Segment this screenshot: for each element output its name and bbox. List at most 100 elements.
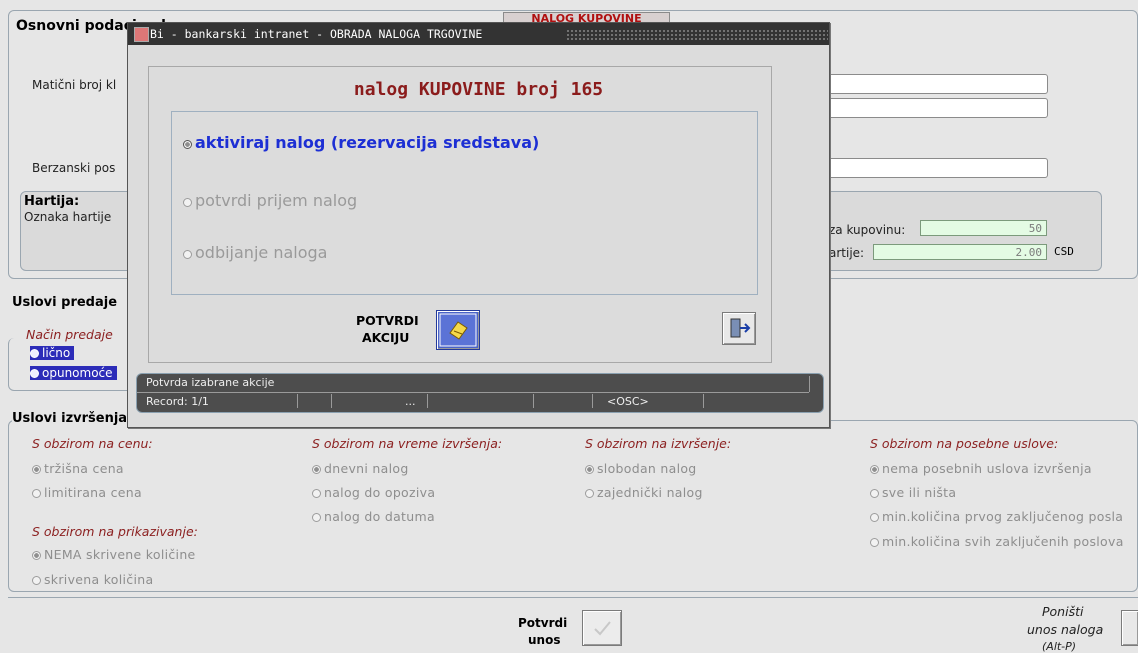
radio-icon: [32, 551, 41, 560]
option-label: sve ili ništa: [882, 485, 957, 500]
ponisti-label-1: Poništi: [1042, 604, 1084, 619]
oznaka-label: Oznaka hartije: [24, 210, 112, 224]
potvrdi-akciju-button[interactable]: [436, 310, 480, 350]
sep-4: [533, 394, 534, 408]
exit-door-icon: [730, 318, 751, 338]
nacin-option-opunomocen[interactable]: opunomoće: [30, 366, 117, 380]
radio-icon: [30, 349, 39, 358]
option-sve-ili-nista[interactable]: sve ili ništa: [870, 485, 956, 500]
option-trzisna-cena[interactable]: tržišna cena: [32, 461, 124, 476]
option-label: nalog do datuma: [324, 509, 435, 524]
status-end-mark: [809, 376, 810, 392]
potvrdi-akciju-label-1: POTVRDI: [356, 313, 419, 328]
option-label: nema posebnih uslova izvršenja: [882, 461, 1092, 476]
status-message: Potvrda izabrane akcije: [146, 376, 275, 389]
option-nalog-do-opoziva[interactable]: nalog do opoziva: [312, 485, 435, 500]
potvrdi-unos-button[interactable]: [582, 610, 622, 646]
sep-3: [427, 394, 428, 408]
option-aktiviraj-nalog[interactable]: aktiviraj nalog (rezervacija sredstava): [183, 133, 539, 152]
kolicina-field[interactable]: 50: [920, 220, 1047, 236]
radio-icon: [32, 465, 41, 474]
opunomocen-label: opunomoće: [42, 366, 113, 380]
radio-icon: [32, 576, 41, 585]
uslovi-izvrsenja-title: Uslovi izvršenja: [12, 411, 132, 426]
radio-icon: [183, 198, 192, 207]
cena-label: artije:: [829, 246, 865, 260]
status-ellipsis: ...: [405, 395, 416, 408]
potvrdi-akciju-label-2: AKCIJU: [362, 330, 410, 345]
option-dnevni-nalog[interactable]: dnevni nalog: [312, 461, 409, 476]
sep-5: [592, 394, 593, 408]
titlebar-grip: [566, 29, 828, 40]
dialog-title: Bi - bankarski intranet - OBRADA NALOGA …: [150, 27, 483, 41]
col-cena-heading: S obzirom na cenu:: [32, 436, 153, 451]
option-label: min.količina prvog zaključenog posla: [882, 509, 1124, 524]
option-label: zajednički nalog: [597, 485, 703, 500]
option-potvrdi-prijem[interactable]: potvrdi prijem nalog: [183, 191, 357, 210]
check-icon: [594, 621, 611, 636]
option-potvrdi-label: potvrdi prijem nalog: [195, 191, 358, 210]
option-label: dnevni nalog: [324, 461, 409, 476]
ponisti-button[interactable]: [1121, 610, 1138, 646]
dialog-status-bar: Potvrda izabrane akcije Record: 1/1 ... …: [136, 373, 824, 413]
maticni-label: Matični broj kl: [32, 78, 117, 92]
option-label: skrivena količina: [44, 572, 154, 587]
option-zajednicki-nalog[interactable]: zajednički nalog: [585, 485, 703, 500]
option-min-svih[interactable]: min.količina svih zaključenih poslova: [870, 534, 1136, 549]
option-skrivena-kolicina[interactable]: skrivena količina: [32, 572, 153, 587]
option-slobodan-nalog[interactable]: slobodan nalog: [585, 461, 697, 476]
hartija-title: Hartija:: [24, 194, 80, 209]
record-counter: Record: 1/1: [146, 395, 209, 408]
option-min-prvog[interactable]: min.količina prvog zaključenog posla: [870, 509, 1136, 524]
col-vreme-heading: S obzirom na vreme izvršenja:: [312, 436, 503, 451]
option-nema-posebnih[interactable]: nema posebnih uslova izvršenja: [870, 461, 1092, 476]
radio-icon: [870, 513, 879, 522]
maticni-field-1[interactable]: [826, 74, 1048, 94]
option-label: NEMA skrivene količine: [44, 547, 196, 562]
dialog-heading: nalog KUPOVINE broj 165: [353, 79, 604, 100]
option-aktiviraj-label: aktiviraj nalog (rezervacija sredstava): [195, 133, 540, 152]
obrada-naloga-dialog: Bi - bankarski intranet - OBRADA NALOGA …: [127, 22, 830, 428]
option-label: nalog do opoziva: [324, 485, 436, 500]
option-label: slobodan nalog: [597, 461, 697, 476]
radio-icon: [312, 489, 321, 498]
nacin-option-licno[interactable]: lično: [30, 346, 75, 360]
confirm-action-icon: [439, 313, 477, 347]
option-odbijanje-naloga[interactable]: odbijanje naloga: [183, 243, 327, 262]
radio-selected-icon: [183, 140, 192, 149]
currency-label: CSD: [1054, 245, 1074, 258]
bottom-divider: [8, 597, 1138, 598]
option-odbijanje-label: odbijanje naloga: [195, 243, 328, 262]
radio-icon: [870, 489, 879, 498]
option-label: limitirana cena: [44, 485, 142, 500]
ponisti-label-2: unos naloga: [1027, 622, 1104, 637]
sep-6: [703, 394, 704, 408]
col-izvrsenje-heading: S obzirom na izvršenje:: [585, 436, 732, 451]
radio-icon: [32, 489, 41, 498]
col-posebni-heading: S obzirom na posebne uslove:: [870, 436, 1059, 451]
ponisti-label-3: (Alt-P): [1042, 640, 1077, 653]
status-mode: <OSC>: [607, 395, 649, 408]
option-label: min.količina svih zaključenih poslova: [882, 534, 1124, 549]
status-divider: [137, 392, 809, 393]
potvrdi-unos-label-2: unos: [528, 633, 561, 647]
radio-icon: [870, 465, 879, 474]
maticni-field-2[interactable]: [826, 98, 1048, 118]
sep-1: [297, 394, 298, 408]
potvrdi-unos-label-1: Potvrdi: [518, 616, 568, 630]
radio-icon: [585, 465, 594, 474]
berzanski-label: Berzanski pos: [32, 161, 116, 175]
cena-field[interactable]: 2.00: [873, 244, 1047, 260]
uslovi-predaje-title: Uslovi predaje: [12, 295, 118, 310]
radio-icon: [183, 250, 192, 259]
berzanski-field[interactable]: [826, 158, 1048, 178]
app-icon: [134, 27, 149, 42]
radio-icon: [312, 513, 321, 522]
option-nalog-do-datuma[interactable]: nalog do datuma: [312, 509, 435, 524]
kolicina-label: za kupovinu:: [829, 223, 906, 237]
option-nema-skrivene[interactable]: NEMA skrivene količine: [32, 547, 196, 562]
exit-button[interactable]: [722, 312, 756, 345]
dialog-titlebar[interactable]: Bi - bankarski intranet - OBRADA NALOGA …: [128, 23, 829, 45]
option-limitirana-cena[interactable]: limitirana cena: [32, 485, 142, 500]
radio-icon: [312, 465, 321, 474]
